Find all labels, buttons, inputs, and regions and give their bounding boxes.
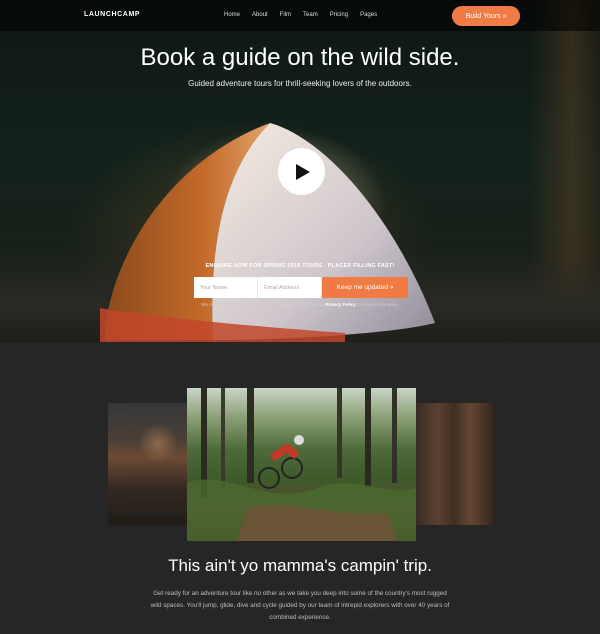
tent-image xyxy=(100,123,435,342)
play-icon xyxy=(296,163,310,180)
privacy-policy-link[interactable]: Privacy Policy xyxy=(325,302,356,307)
enquire-text: ENQUIRE NOW FOR SPRING 2015 TOURS - PLAC… xyxy=(205,263,395,269)
brand-logo[interactable]: LAUNCHCAMP xyxy=(84,11,140,18)
smoke-shape xyxy=(138,423,178,463)
keep-updated-button[interactable]: Keep me updated » xyxy=(322,277,408,298)
play-video-button[interactable] xyxy=(278,148,325,195)
main-nav: Home About Film Team Pricing Pages xyxy=(224,12,377,18)
signup-form: Your Name Email Address Keep me updated … xyxy=(194,277,408,298)
privacy-note: We don't share your personal info with a… xyxy=(0,302,600,307)
name-input[interactable]: Your Name xyxy=(194,277,258,298)
gallery-image-right[interactable] xyxy=(414,403,494,525)
nav-item-home[interactable]: Home xyxy=(224,12,240,18)
hero-subtitle: Guided adventure tours for thrill-seekin… xyxy=(188,79,412,88)
email-input[interactable]: Email Address xyxy=(258,277,322,298)
nav-item-pricing[interactable]: Pricing xyxy=(330,12,348,18)
build-yours-button[interactable]: Build Yours » xyxy=(452,6,520,26)
nav-item-film[interactable]: Film xyxy=(280,12,291,18)
privacy-prefix: We don't share your personal info with a… xyxy=(201,302,326,307)
nav-item-team[interactable]: Team xyxy=(303,12,318,18)
gallery-image-left[interactable] xyxy=(108,403,188,525)
section-body: Get ready for an adventure tour like no … xyxy=(150,590,450,621)
privacy-suffix: for more information. xyxy=(355,302,399,307)
gallery-image-main[interactable] xyxy=(187,388,416,541)
forest-biker-image xyxy=(187,388,416,541)
nav-item-about[interactable]: About xyxy=(252,12,268,18)
top-navbar: LAUNCHCAMP Home About Film Team Pricing … xyxy=(0,0,600,31)
nav-item-pages[interactable]: Pages xyxy=(360,12,377,18)
hero-title: Book a guide on the wild side. xyxy=(140,44,460,71)
section-title: This ain't yo mamma's campin' trip. xyxy=(168,556,432,575)
